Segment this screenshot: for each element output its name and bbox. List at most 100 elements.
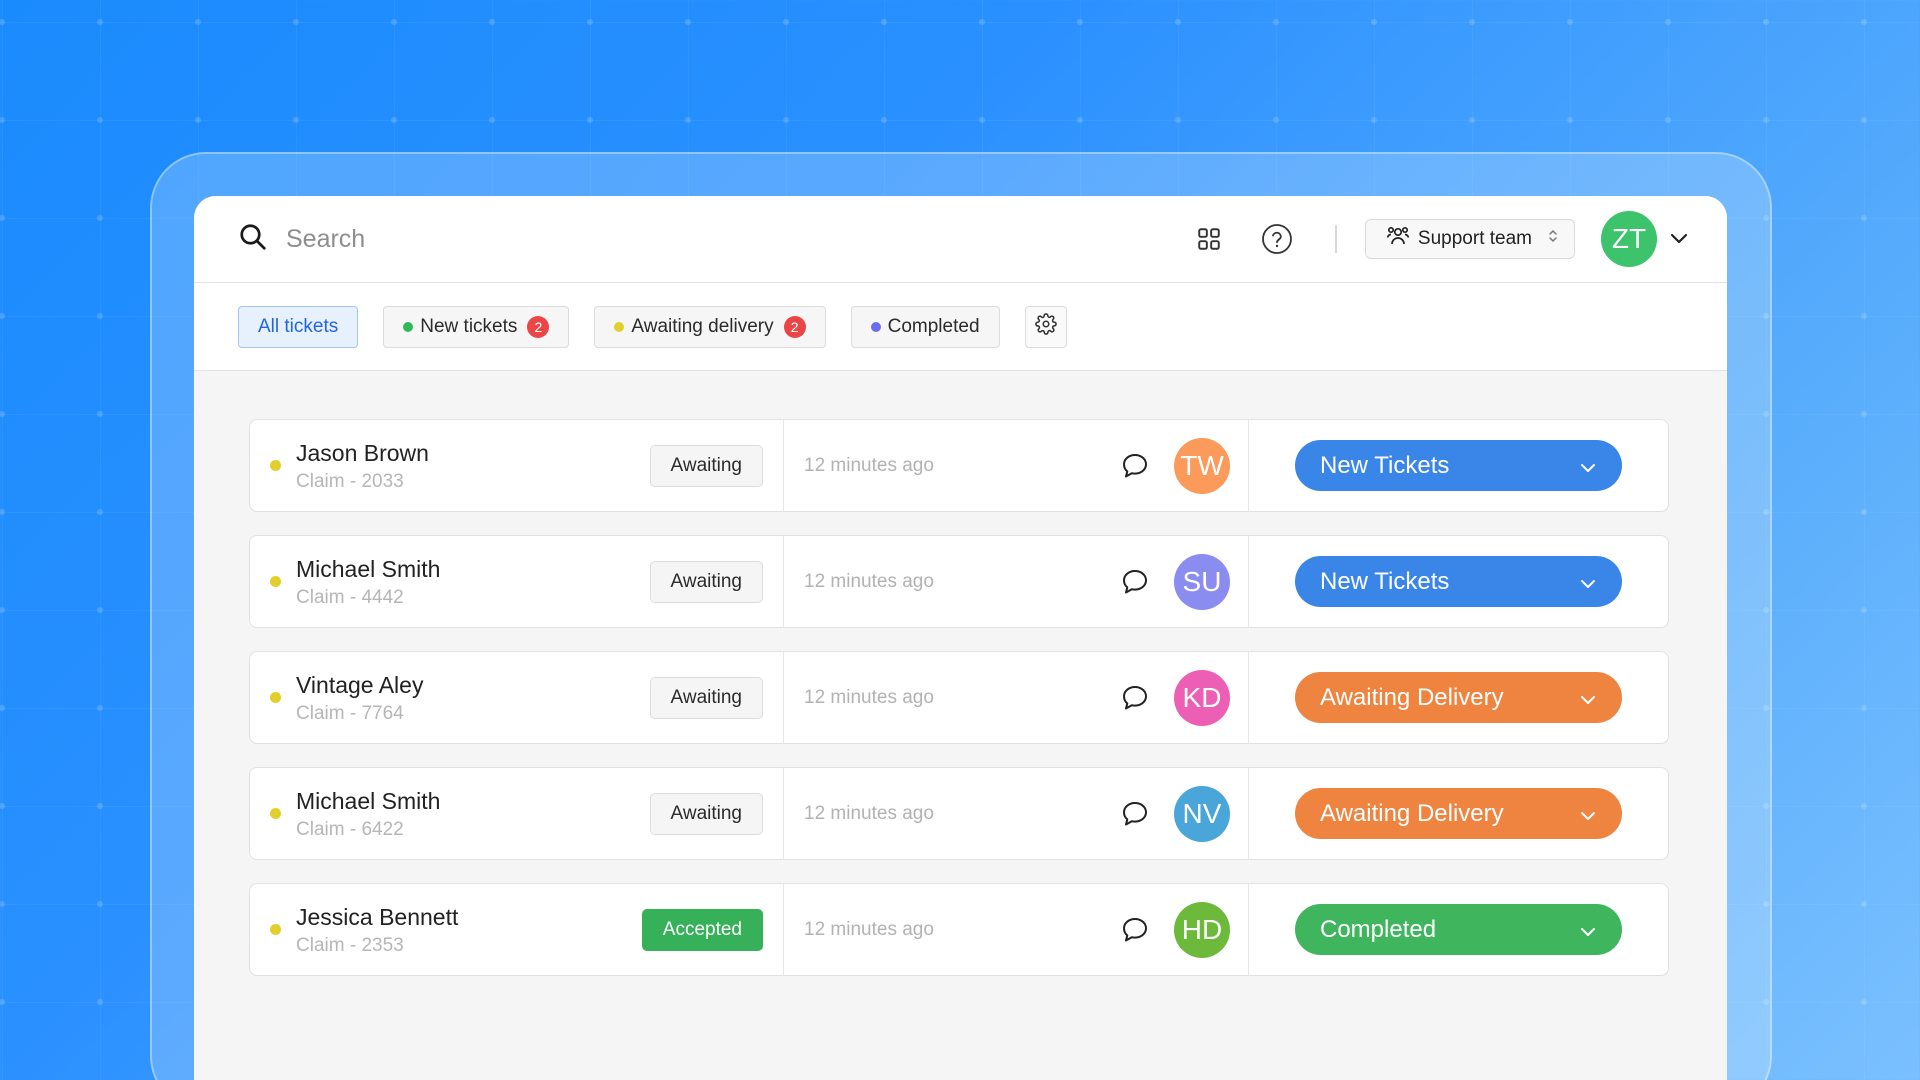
claim-number: Claim - 2033 (296, 471, 404, 492)
ticket-identity: Michael Smith Claim - 6422 (296, 786, 650, 841)
app-window: Support team ZT All tickets New tickets … (194, 196, 1727, 1080)
ticket-state: New Tickets (1249, 536, 1668, 627)
state-label: Awaiting Delivery (1320, 799, 1504, 827)
filter-bar: All tickets New tickets 2 Awaiting deliv… (194, 283, 1727, 371)
ticket-activity: 12 minutes ago HD (784, 884, 1249, 975)
state-dropdown[interactable]: New Tickets (1295, 556, 1622, 607)
ticket-activity: 12 minutes ago NV (784, 768, 1249, 859)
status-dot (403, 321, 414, 332)
customer-name: Michael Smith (296, 788, 441, 814)
tab-all-tickets[interactable]: All tickets (238, 305, 359, 348)
ticket-row[interactable]: Jason Brown Claim - 2033 Awaiting 12 min… (249, 419, 1669, 512)
ticket-activity: 12 minutes ago TW (784, 420, 1249, 511)
chevron-down-icon (1580, 568, 1596, 596)
chevron-down-icon (1580, 916, 1596, 944)
status-badge: Accepted (641, 908, 763, 951)
status-badge: Awaiting (649, 560, 763, 603)
tab-new-tickets[interactable]: New tickets 2 (383, 305, 570, 348)
customer-name: Jason Brown (296, 440, 429, 466)
search-icon (238, 222, 268, 257)
tab-label: Completed (887, 315, 980, 337)
tab-completed[interactable]: Completed (850, 305, 1000, 348)
ticket-identity: Michael Smith Claim - 4442 (296, 554, 650, 609)
customer-name: Vintage Aley (296, 672, 424, 698)
status-dot (614, 321, 625, 332)
chevron-down-icon[interactable] (1669, 233, 1689, 245)
status-dot (870, 321, 881, 332)
help-icon[interactable] (1261, 223, 1293, 255)
state-label: Completed (1320, 915, 1437, 943)
timestamp: 12 minutes ago (804, 454, 934, 476)
comment-icon[interactable] (1120, 682, 1152, 714)
comment-icon[interactable] (1120, 798, 1152, 830)
comment-icon[interactable] (1120, 450, 1152, 482)
count-badge: 2 (527, 315, 550, 338)
state-dropdown[interactable]: Completed (1295, 904, 1622, 955)
status-dot (270, 576, 281, 587)
claim-number: Claim - 6422 (296, 819, 404, 840)
ticket-identity: Jason Brown Claim - 2033 (296, 438, 650, 493)
timestamp: 12 minutes ago (804, 686, 934, 708)
assignee-avatar[interactable]: HD (1174, 901, 1230, 958)
status-badge: Awaiting (649, 792, 763, 835)
ticket-info: Michael Smith Claim - 6422 Awaiting (250, 768, 784, 859)
ticket-row[interactable]: Michael Smith Claim - 4442 Awaiting 12 m… (249, 535, 1669, 628)
state-label: New Tickets (1320, 567, 1450, 595)
ticket-state: Awaiting Delivery (1249, 768, 1668, 859)
customer-name: Jessica Bennett (296, 904, 459, 930)
comment-icon[interactable] (1120, 566, 1152, 598)
grid-view-icon[interactable] (1193, 223, 1225, 255)
count-badge: 2 (783, 315, 806, 338)
top-bar: Support team ZT (194, 196, 1727, 283)
claim-number: Claim - 4442 (296, 587, 404, 608)
user-avatar[interactable]: ZT (1601, 211, 1657, 267)
team-selector-button[interactable]: Support team (1364, 219, 1575, 259)
search-input[interactable] (286, 224, 886, 254)
state-dropdown[interactable]: Awaiting Delivery (1295, 672, 1622, 723)
timestamp: 12 minutes ago (804, 918, 934, 940)
assignee-avatar[interactable]: NV (1174, 785, 1230, 842)
state-dropdown[interactable]: Awaiting Delivery (1295, 788, 1622, 839)
chevron-down-icon (1580, 684, 1596, 712)
ticket-state: New Tickets (1249, 420, 1668, 511)
search-bar (238, 222, 1165, 257)
ticket-identity: Jessica Bennett Claim - 2353 (296, 902, 642, 957)
ticket-row[interactable]: Michael Smith Claim - 6422 Awaiting 12 m… (249, 767, 1669, 860)
ticket-activity: 12 minutes ago KD (784, 652, 1249, 743)
ticket-row[interactable]: Jessica Bennett Claim - 2353 Accepted 12… (249, 883, 1669, 976)
timestamp: 12 minutes ago (804, 570, 934, 592)
gear-icon (1034, 312, 1057, 341)
filter-settings-button[interactable] (1024, 305, 1067, 348)
ticket-identity: Vintage Aley Claim - 7764 (296, 670, 650, 725)
ticket-activity: 12 minutes ago SU (784, 536, 1249, 627)
status-badge: Awaiting (649, 444, 763, 487)
assignee-avatar[interactable]: KD (1174, 669, 1230, 726)
timestamp: 12 minutes ago (804, 802, 934, 824)
status-dot (270, 808, 281, 819)
state-label: New Tickets (1320, 451, 1450, 479)
ticket-state: Completed (1249, 884, 1668, 975)
assignee-avatar[interactable]: SU (1174, 553, 1230, 610)
ticket-info: Michael Smith Claim - 4442 Awaiting (250, 536, 784, 627)
tab-label: New tickets (420, 315, 518, 337)
assignee-avatar[interactable]: TW (1174, 437, 1230, 494)
tab-label: All tickets (258, 315, 339, 337)
ticket-row[interactable]: Vintage Aley Claim - 7764 Awaiting 12 mi… (249, 651, 1669, 744)
ticket-state: Awaiting Delivery (1249, 652, 1668, 743)
updown-chevron-icon (1548, 228, 1558, 250)
status-dot (270, 460, 281, 471)
tab-awaiting-delivery[interactable]: Awaiting delivery 2 (594, 305, 826, 348)
status-dot (270, 924, 281, 935)
team-icon (1386, 225, 1410, 253)
ticket-info: Jessica Bennett Claim - 2353 Accepted (250, 884, 784, 975)
comment-icon[interactable] (1120, 914, 1152, 946)
ticket-info: Vintage Aley Claim - 7764 Awaiting (250, 652, 784, 743)
state-dropdown[interactable]: New Tickets (1295, 440, 1622, 491)
customer-name: Michael Smith (296, 556, 441, 582)
status-dot (270, 692, 281, 703)
claim-number: Claim - 7764 (296, 703, 404, 724)
team-label: Support team (1417, 228, 1532, 249)
chevron-down-icon (1580, 800, 1596, 828)
state-label: Awaiting Delivery (1320, 683, 1504, 711)
chevron-down-icon (1580, 452, 1596, 480)
